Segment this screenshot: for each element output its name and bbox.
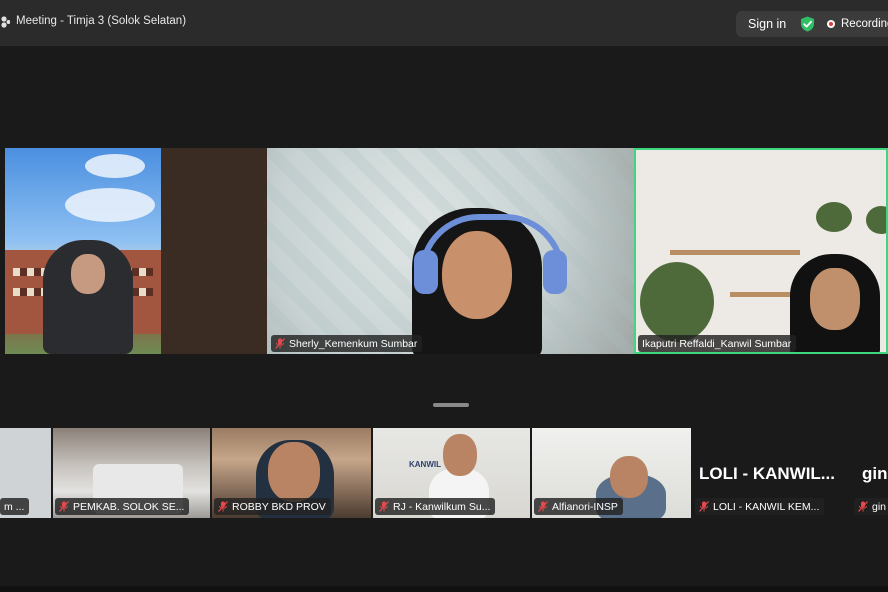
participant-face — [71, 254, 105, 294]
mic-off-icon — [858, 501, 868, 512]
participant-name-tag: gin — [854, 498, 888, 515]
recording-indicator[interactable]: Recording — [841, 18, 888, 30]
participant-name: gin — [872, 500, 887, 513]
strip-video-tile[interactable]: m ... — [0, 428, 51, 518]
wall-shelf — [670, 250, 800, 255]
plant-decoration — [866, 206, 886, 234]
resize-handle[interactable] — [433, 403, 469, 407]
top-controls: Sign in Recording — [736, 11, 888, 37]
participant-face — [610, 456, 648, 498]
video-tile-sherly[interactable]: Sherly_Kemenkum Sumbar — [267, 148, 634, 354]
sign-in-button[interactable]: Sign in — [748, 17, 786, 31]
strip-video-tile[interactable]: PEMKAB. SOLOK SE... — [53, 428, 210, 518]
window-titlebar: Meeting - Timja 3 (Solok Selatan) Sign i… — [0, 0, 888, 46]
mic-off-icon — [699, 501, 709, 512]
participant-name: Ikaputri Reffaldi_Kanwil Sumbar — [642, 337, 792, 350]
video-stage: Sherly_Kemenkum Sumbar Ikaputri Reffaldi… — [0, 46, 888, 592]
background-sign-text: KANWIL — [409, 460, 441, 469]
participant-name-tag: LOLI - KANWIL KEM... — [695, 498, 825, 515]
shield-check-icon[interactable] — [800, 16, 815, 32]
participant-name: PEMKAB. SOLOK SE... — [73, 500, 185, 513]
plant-decoration — [640, 262, 714, 342]
headphone-right — [543, 250, 567, 294]
bottom-edge-bar — [0, 586, 888, 592]
strip-video-tile-camera-off[interactable]: LOLI - KANWIL... LOLI - KANWIL KEM... — [693, 428, 853, 518]
participant-name: LOLI - KANWIL KEM... — [713, 500, 820, 513]
strip-video-tile-camera-off[interactable]: gin gin — [853, 428, 888, 518]
participant-name: Sherly_Kemenkum Sumbar — [289, 337, 418, 350]
mic-off-icon — [275, 338, 285, 349]
participant-name: m ... — [4, 500, 25, 513]
participant-name-tag: Sherly_Kemenkum Sumbar — [271, 335, 423, 352]
video-tile-outdoor[interactable] — [5, 148, 161, 354]
participant-name-tag: Ikaputri Reffaldi_Kanwil Sumbar — [638, 335, 797, 352]
participant-name: ROBBY BKD PROV — [232, 500, 326, 513]
plant-decoration — [816, 202, 852, 232]
video-tile-dark[interactable] — [161, 148, 267, 354]
participant-name-tag: m ... — [0, 498, 30, 515]
strip-video-tile[interactable]: ROBBY BKD PROV — [212, 428, 371, 518]
mic-off-icon — [379, 501, 389, 512]
cloud-decoration — [65, 188, 155, 222]
headphone-left — [414, 250, 438, 294]
cloud-decoration — [85, 154, 145, 178]
participant-display-name: gin — [862, 464, 888, 483]
mic-off-icon — [59, 501, 69, 512]
participant-name-tag: RJ - Kanwilkum Su... — [375, 498, 496, 515]
meeting-title: Meeting - Timja 3 (Solok Selatan) — [16, 15, 187, 27]
zoom-people-icon — [1, 16, 10, 28]
participant-face — [443, 434, 477, 476]
participant-name-tag: ROBBY BKD PROV — [214, 498, 331, 515]
strip-video-tile[interactable]: Alfianori-INSP — [532, 428, 691, 518]
mic-off-icon — [218, 501, 228, 512]
participant-face — [268, 442, 320, 502]
participant-name-tag: PEMKAB. SOLOK SE... — [55, 498, 190, 515]
participant-name: Alfianori-INSP — [552, 500, 618, 513]
mic-off-icon — [538, 501, 548, 512]
participant-display-name: LOLI - KANWIL... — [699, 464, 835, 483]
participant-name: RJ - Kanwilkum Su... — [393, 500, 491, 513]
participant-name-tag: Alfianori-INSP — [534, 498, 623, 515]
record-dot-icon — [827, 20, 835, 28]
video-tile-ikaputri-active-speaker[interactable]: Ikaputri Reffaldi_Kanwil Sumbar — [634, 148, 888, 354]
strip-video-tile[interactable]: KANWIL RJ - Kanwilkum Su... — [373, 428, 530, 518]
participant-face — [810, 268, 860, 330]
